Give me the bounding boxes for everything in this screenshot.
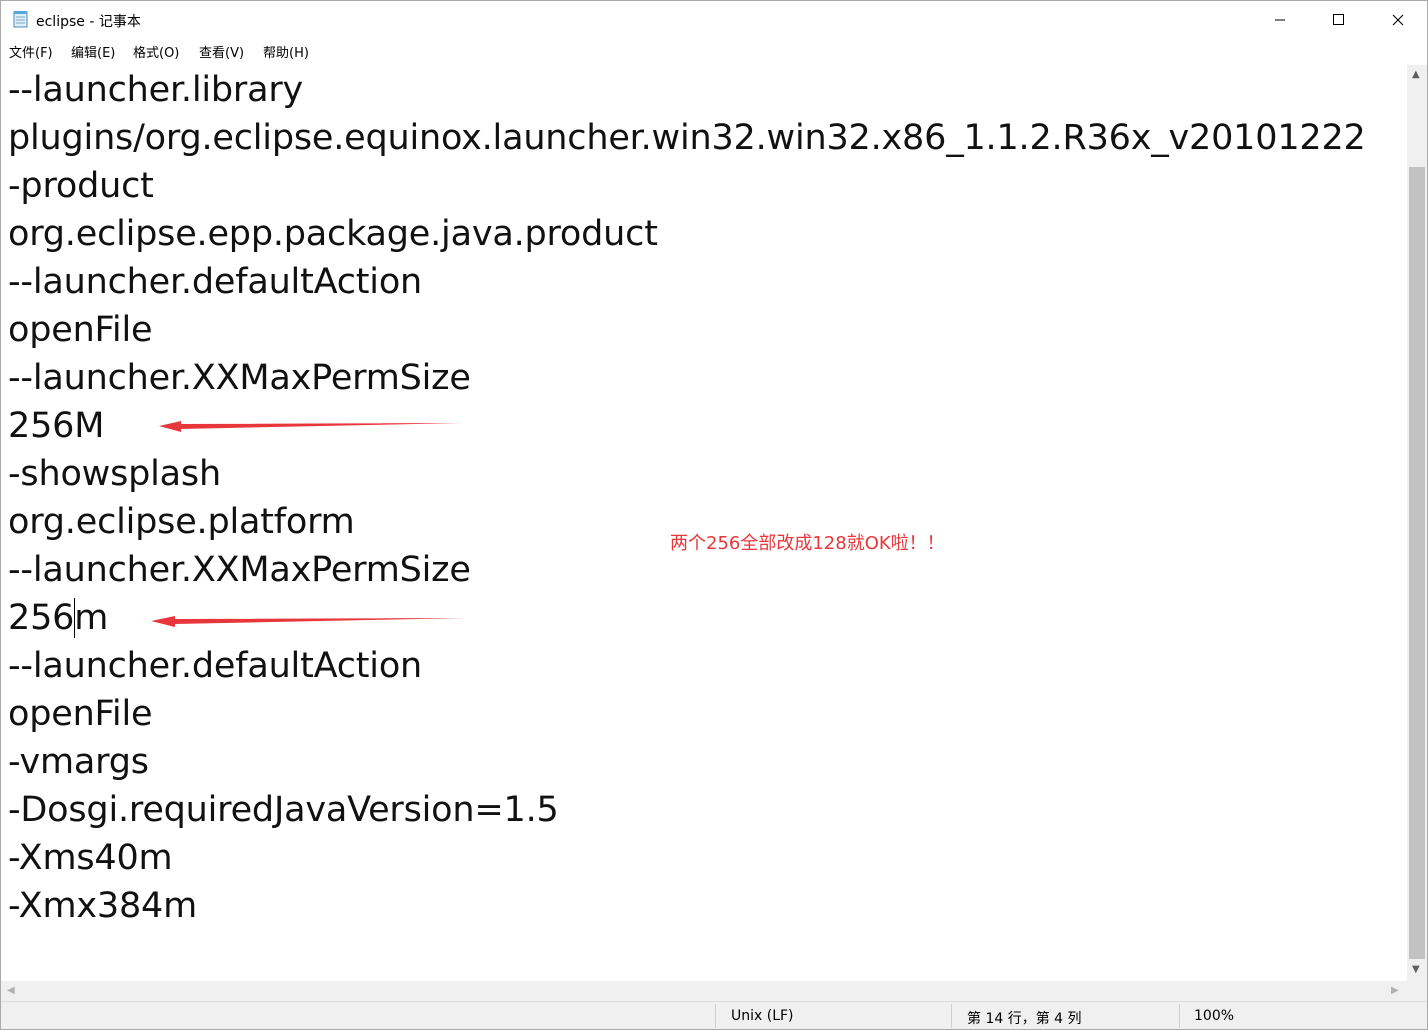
scrollbar-corner	[1407, 981, 1427, 1001]
text-line: plugins/org.eclipse.equinox.launcher.win…	[8, 118, 1366, 158]
horizontal-scrollbar[interactable]	[1, 981, 1407, 1001]
menu-edit[interactable]: 编辑(E)	[71, 42, 115, 61]
zoom-status: 100%	[1194, 1008, 1235, 1024]
cursor-position-status: 第 14 行，第 4 列	[967, 1011, 1082, 1027]
text-line: -vmargs	[8, 742, 149, 782]
maximize-icon	[1333, 14, 1344, 25]
status-divider	[715, 1004, 716, 1028]
text-line: -Dosgi.requiredJavaVersion=1.5	[8, 790, 559, 830]
notepad-icon	[13, 11, 28, 28]
text-line: 256m	[8, 598, 109, 638]
text-caret	[74, 598, 75, 638]
scroll-right-icon[interactable]: ▶	[1391, 985, 1399, 996]
status-divider	[1179, 1004, 1180, 1028]
text-line: openFile	[8, 694, 153, 734]
text-line: --launcher.XXMaxPermSize	[8, 358, 471, 398]
close-icon	[1392, 14, 1404, 26]
red-arrow-icon	[151, 616, 465, 627]
menu-bar: 文件(F) 编辑(E) 格式(O) 查看(V) 帮助(H)	[1, 39, 1427, 63]
scroll-up-icon[interactable]: ▲	[1412, 69, 1420, 80]
text-line: -product	[8, 166, 154, 206]
text-line: --launcher.library	[8, 70, 304, 110]
close-button[interactable]	[1369, 1, 1427, 39]
title-bar[interactable]: eclipse - 记事本	[1, 1, 1427, 39]
text-line: openFile	[8, 310, 153, 350]
menu-file[interactable]: 文件(F)	[9, 42, 53, 61]
minimize-button[interactable]	[1251, 1, 1309, 39]
annotation-text: 两个256全部改成128就OK啦！！	[670, 533, 945, 554]
text-line: -showsplash	[8, 454, 221, 494]
maximize-button[interactable]	[1310, 1, 1368, 39]
scroll-left-icon[interactable]: ◀	[7, 985, 15, 996]
vertical-scroll-thumb[interactable]	[1409, 167, 1425, 959]
minimize-icon	[1275, 19, 1285, 21]
menu-format[interactable]: 格式(O)	[133, 42, 179, 61]
text-line: -Xmx384m	[8, 886, 197, 926]
window-title: eclipse - 记事本	[36, 14, 141, 30]
text-editor[interactable]: --launcher.library plugins/org.eclipse.e…	[1, 65, 1407, 981]
status-divider	[951, 1004, 952, 1028]
text-line: -Xms40m	[8, 838, 173, 878]
menu-view[interactable]: 查看(V)	[199, 42, 244, 61]
text-line: --launcher.defaultAction	[8, 262, 423, 302]
line-ending-status: Unix (LF)	[731, 1008, 794, 1024]
status-bar: Unix (LF) 第 14 行，第 4 列 100%	[1, 1001, 1427, 1029]
notepad-window: eclipse - 记事本 文件(F) 编辑(E) 格式(O) 查看(V) 帮助…	[0, 0, 1428, 1030]
red-arrow-icon	[159, 421, 461, 432]
text-line: org.eclipse.epp.package.java.product	[8, 214, 658, 254]
text-line: 256M	[8, 406, 105, 446]
menu-help[interactable]: 帮助(H)	[263, 42, 309, 61]
scroll-down-icon[interactable]: ▼	[1412, 964, 1420, 975]
text-line: --launcher.XXMaxPermSize	[8, 550, 471, 590]
text-line: --launcher.defaultAction	[8, 646, 423, 686]
text-line: org.eclipse.platform	[8, 502, 355, 542]
